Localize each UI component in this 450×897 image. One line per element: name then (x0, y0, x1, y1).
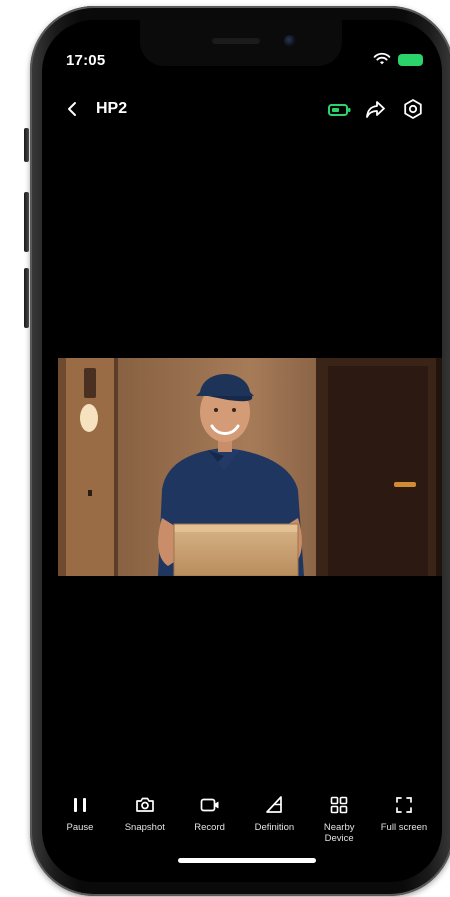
back-icon[interactable] (64, 100, 82, 118)
status-time: 17:05 (66, 52, 106, 69)
wifi-icon (373, 52, 391, 65)
speaker (212, 38, 260, 44)
side-button-volume-up (24, 192, 29, 252)
battery-icon (398, 54, 423, 66)
video-frame (58, 358, 442, 576)
nearby-device-button[interactable]: Nearby Device (309, 794, 369, 864)
home-indicator[interactable] (178, 858, 316, 863)
pause-icon (74, 798, 86, 812)
front-camera (284, 35, 296, 47)
notch (140, 20, 342, 66)
fullscreen-icon (396, 797, 412, 813)
camera-icon (135, 797, 154, 812)
pause-label: Pause (66, 822, 94, 833)
pause-button[interactable]: Pause (50, 794, 110, 864)
definition-icon (266, 796, 283, 813)
settings-icon[interactable] (402, 98, 424, 120)
grid-icon (330, 796, 348, 814)
share-icon[interactable] (364, 98, 386, 120)
fullscreen-label: Full screen (380, 822, 428, 833)
record-label: Record (194, 822, 225, 833)
side-button-mute (24, 128, 29, 162)
snapshot-button[interactable]: Snapshot (115, 794, 175, 864)
side-button-volume-down (24, 268, 29, 328)
page-title: HP2 (96, 100, 128, 117)
definition-button[interactable]: Definition (244, 794, 304, 864)
definition-label: Definition (254, 822, 295, 833)
snapshot-label: Snapshot (124, 822, 165, 833)
control-bar: Pause Snapshot Record Definition Nearby … (42, 794, 442, 864)
device-battery-icon[interactable] (328, 102, 352, 118)
nearby-device-label: Nearby Device (323, 822, 355, 844)
record-button[interactable]: Record (180, 794, 240, 864)
fullscreen-button[interactable]: Full screen (374, 794, 434, 864)
phone-screen: 17:05 HP2 Pause Snapshot Record Definiti… (42, 20, 442, 882)
video-record-icon (200, 798, 219, 812)
video-feed[interactable] (58, 358, 442, 576)
